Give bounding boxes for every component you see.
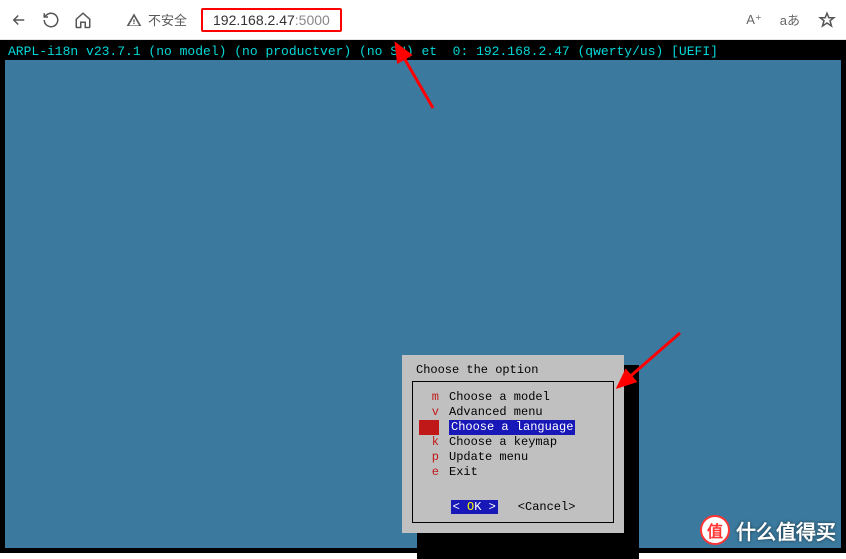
option-dialog: Choose the option m Choose a model v Advanc… xyxy=(402,355,624,533)
menu-label: Choose a language xyxy=(449,420,575,435)
menu-label: Choose a keymap xyxy=(449,435,557,450)
menu-label: Choose a model xyxy=(449,390,550,405)
dialog-body: m Choose a model v Advanced menu l Choose a l… xyxy=(412,381,614,523)
menu-item[interactable]: p Update menu xyxy=(419,450,607,465)
menu-key: v xyxy=(419,405,439,420)
toolbar-right: A⁺ aあ xyxy=(746,10,836,29)
menu-label: Advanced menu xyxy=(449,405,543,420)
ok-button[interactable]: < OK > xyxy=(451,500,498,514)
menu-key: e xyxy=(419,465,439,480)
translate-icon[interactable]: aあ xyxy=(780,10,800,29)
menu-key: p xyxy=(419,450,439,465)
security-label: 不安全 xyxy=(148,10,187,29)
menu-item[interactable]: v Advanced menu xyxy=(419,405,607,420)
menu-item[interactable]: k Choose a keymap xyxy=(419,435,607,450)
watermark-text: 什么值得买 xyxy=(736,516,836,545)
menu-item[interactable]: e Exit xyxy=(419,465,607,480)
url-port: :5000 xyxy=(295,12,330,28)
dialog-title: Choose the option xyxy=(412,363,614,377)
menu-item[interactable]: l Choose a language xyxy=(419,420,607,435)
menu-label: Update menu xyxy=(449,450,528,465)
warning-icon xyxy=(126,12,142,28)
cancel-button[interactable]: <Cancel> xyxy=(518,500,576,514)
back-icon[interactable] xyxy=(10,11,28,29)
watermark-badge-icon: 值 xyxy=(700,515,730,545)
menu-list: m Choose a model v Advanced menu l Choose a l… xyxy=(419,390,607,480)
browser-toolbar: 不安全 192.168.2.47:5000 A⁺ aあ xyxy=(0,0,846,40)
menu-label: Exit xyxy=(449,465,478,480)
refresh-icon[interactable] xyxy=(42,11,60,29)
menu-key: k xyxy=(419,435,439,450)
menu-key: l xyxy=(419,420,439,435)
text-size-icon[interactable]: A⁺ xyxy=(746,12,762,28)
menu-item[interactable]: m Choose a model xyxy=(419,390,607,405)
watermark: 值 什么值得买 xyxy=(700,515,836,545)
menu-key: m xyxy=(419,390,439,405)
address-bar[interactable]: 不安全 192.168.2.47:5000 xyxy=(126,8,732,32)
url-display: 192.168.2.47:5000 xyxy=(201,8,342,32)
url-host: 192.168.2.47 xyxy=(213,12,295,28)
terminal-area: ARPL-i18n v23.7.1 (no model) (no product… xyxy=(0,40,846,553)
dialog-buttons: < OK > <Cancel> xyxy=(419,500,607,514)
home-icon[interactable] xyxy=(74,11,92,29)
favorite-icon[interactable] xyxy=(818,11,836,29)
